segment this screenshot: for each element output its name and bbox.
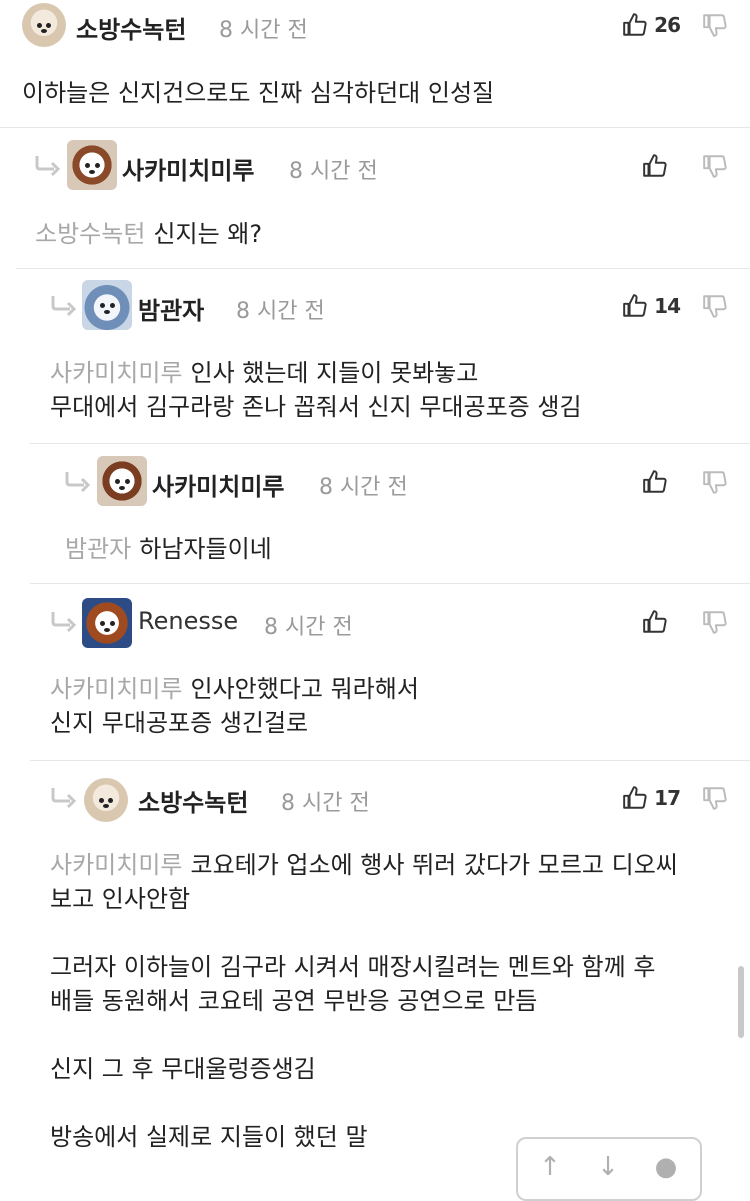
- mention[interactable]: 사카미치미루: [50, 675, 182, 703]
- comment-text: 신지는 왜?: [153, 220, 263, 248]
- reply-arrow-icon: [64, 468, 92, 494]
- divider: [30, 760, 750, 761]
- comment-time: 8 시간 전: [236, 299, 325, 324]
- reply-arrow-icon: [50, 608, 78, 634]
- arrow-up-icon[interactable]: ↑: [536, 1153, 564, 1181]
- like-button[interactable]: [642, 466, 674, 498]
- arrow-down-icon[interactable]: ↓: [594, 1153, 622, 1181]
- like-count: 17: [654, 786, 681, 810]
- comment-author[interactable]: 사카미치미루: [122, 151, 254, 186]
- divider: [0, 127, 750, 128]
- comment-author[interactable]: 소방수녹턴: [138, 783, 248, 818]
- like-button[interactable]: 17: [622, 782, 681, 814]
- mention[interactable]: 사카미치미루: [50, 851, 182, 879]
- comment-bubble-icon[interactable]: ●: [652, 1153, 680, 1181]
- avatar[interactable]: [82, 598, 132, 648]
- avatar[interactable]: [22, 3, 66, 47]
- thumbs-up-icon: [622, 293, 648, 319]
- like-button[interactable]: [642, 606, 674, 638]
- avatar[interactable]: [97, 456, 147, 506]
- comment-text: 무대에서 김구라랑 존나 꼽줘서 신지 무대공포증 생김: [50, 393, 582, 421]
- reply-arrow-icon: [50, 784, 78, 810]
- comment-author[interactable]: 소방수녹턴: [76, 10, 186, 45]
- divider: [16, 268, 750, 269]
- comment-text: 배들 동원해서 코요테 공연 무반응 공연으로 만듬: [50, 987, 538, 1015]
- comment-text: 그러자 이하늘이 김구라 시켜서 매장시킬려는 멘트와 함께 후: [50, 953, 656, 981]
- like-button[interactable]: 14: [622, 290, 681, 322]
- comment-text: 인사 했는데 지들이 못봐놓고: [190, 359, 479, 387]
- comment-text: 신지 그 후 무대울렁증생김: [50, 1055, 316, 1083]
- like-button[interactable]: [642, 150, 674, 182]
- comment-text: 코요테가 업소에 행사 뛰러 갔다가 모르고 디오씨: [190, 851, 678, 879]
- avatar[interactable]: [67, 140, 117, 190]
- like-count: 26: [654, 13, 681, 37]
- comment-text: 신지 무대공포증 생긴걸로: [50, 709, 309, 737]
- comment-author[interactable]: 밤관자: [138, 291, 204, 326]
- like-count: 14: [654, 294, 681, 318]
- thumbs-down-icon[interactable]: [702, 469, 728, 495]
- comment-author[interactable]: Renesse: [138, 607, 238, 635]
- divider: [30, 583, 750, 584]
- comment-time: 8 시간 전: [264, 615, 353, 640]
- avatar[interactable]: [82, 280, 132, 330]
- thumbs-down-icon[interactable]: [702, 153, 728, 179]
- comment-text: 하남자들이네: [139, 535, 272, 563]
- thumbs-down-icon[interactable]: [702, 293, 728, 319]
- comment-text: 보고 인사안함: [50, 885, 191, 913]
- thumbs-down-icon[interactable]: [702, 609, 728, 635]
- like-button[interactable]: 26: [622, 9, 681, 41]
- comment-time: 8 시간 전: [281, 791, 370, 816]
- thumbs-down-icon[interactable]: [702, 12, 728, 38]
- reply-arrow-icon: [50, 292, 78, 318]
- divider: [30, 443, 750, 444]
- floating-action-bar: ↑ ↓ ●: [516, 1137, 702, 1201]
- mention[interactable]: 소방수녹턴: [35, 220, 145, 248]
- thumbs-up-icon: [642, 469, 668, 495]
- comment-text: 이하늘은 신지건으로도 진짜 심각하던대 인성질: [22, 79, 495, 107]
- scrollbar[interactable]: [738, 966, 744, 1038]
- comment-time: 8 시간 전: [219, 18, 308, 43]
- thumbs-up-icon: [622, 785, 648, 811]
- reply-arrow-icon: [34, 152, 62, 178]
- comment-text: 인사안했다고 뭐라해서: [190, 675, 419, 703]
- comment-time: 8 시간 전: [319, 475, 408, 500]
- mention[interactable]: 사카미치미루: [50, 359, 182, 387]
- thumbs-down-icon[interactable]: [702, 785, 728, 811]
- thumbs-up-icon: [622, 12, 648, 38]
- thumbs-up-icon: [642, 609, 668, 635]
- avatar[interactable]: [84, 778, 128, 822]
- thumbs-up-icon: [642, 153, 668, 179]
- comment-time: 8 시간 전: [289, 159, 378, 184]
- mention[interactable]: 밤관자: [65, 535, 131, 563]
- comment-author[interactable]: 사카미치미루: [152, 467, 284, 502]
